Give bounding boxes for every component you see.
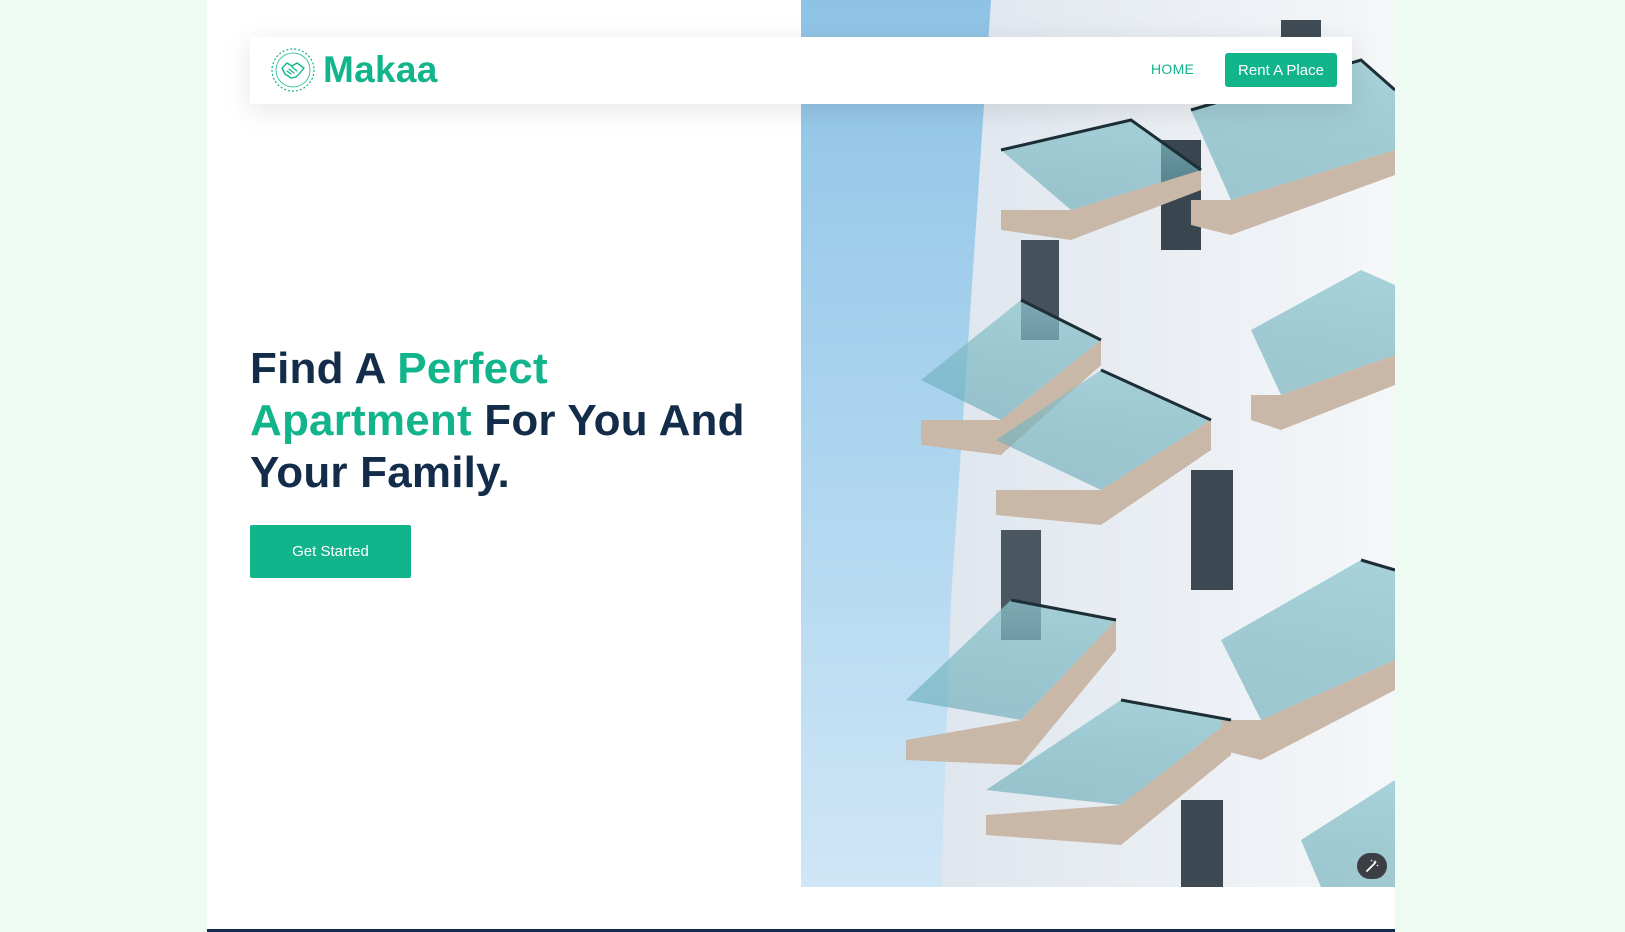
- hero-title-accent2: Apartment: [250, 396, 472, 445]
- handshake-circle-icon: [271, 48, 315, 92]
- brand-name: Makaa: [323, 49, 438, 90]
- brand-link[interactable]: Makaa: [270, 47, 438, 93]
- apartment-building-illustration: [906, 0, 1395, 887]
- hero-title-accent1: Perfect: [397, 344, 548, 393]
- get-started-button[interactable]: Get Started: [250, 525, 411, 578]
- nav-link-home[interactable]: HOME: [1151, 61, 1194, 77]
- hero-image: [801, 0, 1395, 887]
- page-container: Makaa HOME Rent A Place Find A Perfect Ap…: [207, 0, 1395, 932]
- rent-a-place-button[interactable]: Rent A Place: [1225, 53, 1337, 87]
- hero-title: Find A Perfect Apartment For You And Your…: [250, 343, 790, 499]
- hero-title-part1: Find A: [250, 344, 398, 393]
- top-navbar: Makaa HOME Rent A Place: [250, 37, 1352, 104]
- magic-wand-icon: [1365, 859, 1379, 873]
- image-edit-button[interactable]: [1357, 853, 1387, 879]
